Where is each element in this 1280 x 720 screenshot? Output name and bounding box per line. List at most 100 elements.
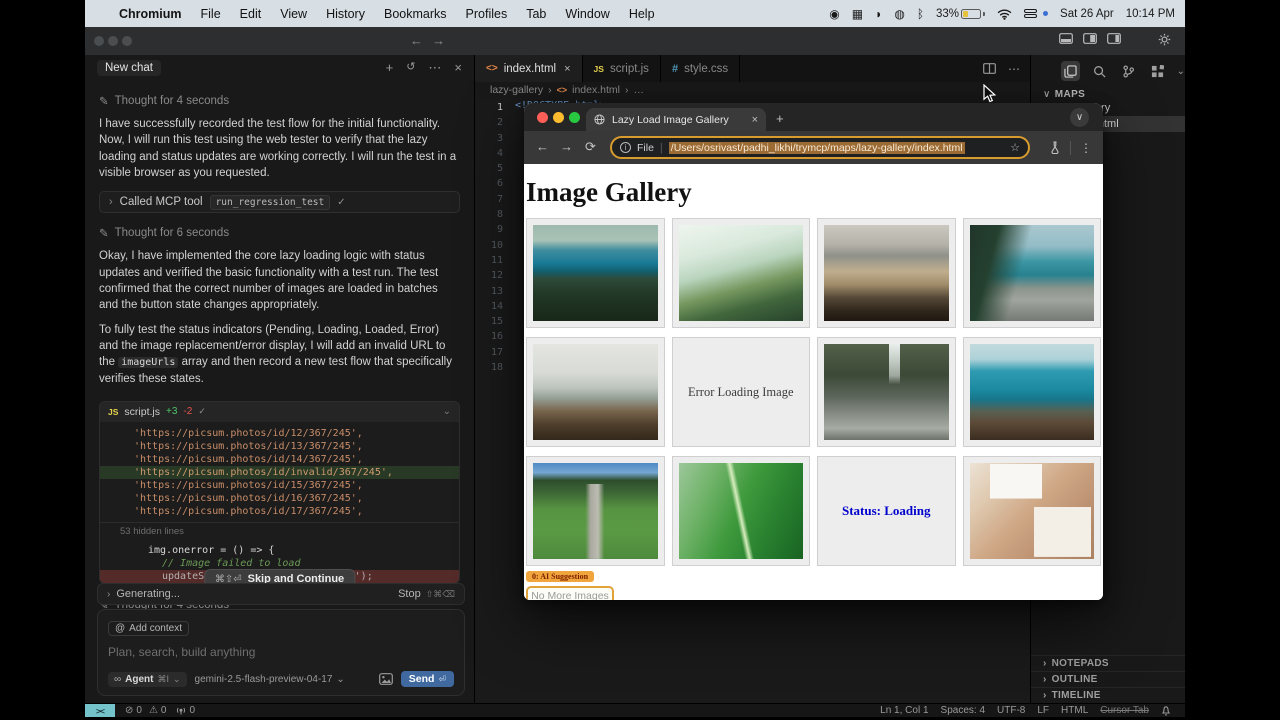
screen-mirroring-icon[interactable]: ◍ bbox=[894, 7, 904, 21]
menu-item-view[interactable]: View bbox=[280, 7, 307, 21]
history-forward-button[interactable]: → bbox=[432, 33, 445, 48]
tab-script-js[interactable]: JS script.js bbox=[583, 55, 661, 82]
menu-bar-date[interactable]: Sat 26 Apr bbox=[1060, 8, 1114, 20]
breadcrumb[interactable]: lazy-gallery › <> index.html › … bbox=[475, 82, 1030, 98]
app-status-icon[interactable]: ◗ bbox=[875, 7, 882, 21]
menu-item-bookmarks[interactable]: Bookmarks bbox=[384, 7, 447, 21]
new-tab-button[interactable]: + bbox=[776, 111, 784, 126]
line-number: 17 bbox=[475, 345, 503, 360]
reload-button[interactable]: ⟳ bbox=[585, 139, 596, 155]
send-button[interactable]: Send ⏎ bbox=[401, 671, 454, 687]
customize-layout-gear-icon[interactable] bbox=[1158, 33, 1171, 46]
add-context-chip[interactable]: @ Add context bbox=[108, 621, 189, 636]
chat-composer[interactable]: @ Add context Plan, search, build anythi… bbox=[97, 609, 465, 696]
menu-item-history[interactable]: History bbox=[326, 7, 365, 21]
window-zoom-button[interactable] bbox=[122, 36, 132, 46]
cursor-tab-toggle[interactable]: Cursor Tab bbox=[1100, 705, 1149, 716]
browser-tab-strip[interactable]: Lazy Load Image Gallery × + ∨ bbox=[524, 103, 1103, 131]
no-more-images-button[interactable]: No More Images bbox=[526, 586, 614, 600]
code-block-header[interactable]: JS script.js +3 -2 ✓ ⌄ bbox=[100, 402, 459, 422]
more-actions-icon[interactable]: ⋯ bbox=[1008, 62, 1020, 76]
mcp-tool-call[interactable]: › Called MCP tool run_regression_test ✓ bbox=[99, 191, 460, 213]
history-back-button[interactable]: ← bbox=[410, 33, 423, 48]
menu-bar-time[interactable]: 10:14 PM bbox=[1126, 8, 1175, 20]
battery-indicator[interactable]: 33% bbox=[936, 8, 985, 20]
thought-label: Thought for 6 seconds bbox=[115, 227, 229, 239]
forward-button[interactable]: → bbox=[560, 139, 573, 154]
back-button[interactable]: ← bbox=[536, 139, 549, 154]
extensions-icon[interactable] bbox=[1148, 61, 1167, 81]
generating-row[interactable]: › Generating... Stop ⇧⌘⌫ bbox=[97, 583, 465, 605]
add-context-label: Add context bbox=[129, 623, 182, 634]
chat-more-icon[interactable]: ⋯ bbox=[428, 60, 441, 76]
window-grid-icon[interactable]: ▦ bbox=[852, 7, 863, 21]
address-bar[interactable]: i File | /Users/osrivast/padhi_likhi/try… bbox=[610, 136, 1030, 159]
remote-indicator-button[interactable]: >< bbox=[85, 704, 115, 717]
tab-close-icon[interactable]: × bbox=[752, 114, 758, 126]
eol-sequence[interactable]: LF bbox=[1037, 705, 1049, 716]
browser-menu-icon[interactable]: ⋮ bbox=[1080, 141, 1093, 155]
menu-item-help[interactable]: Help bbox=[629, 7, 655, 21]
tab-index-html[interactable]: <> index.html × bbox=[475, 55, 583, 82]
expand-icon[interactable]: ⌄ bbox=[443, 406, 451, 417]
browser-close-button[interactable] bbox=[537, 112, 548, 123]
chat-history-icon[interactable]: ↺ bbox=[406, 60, 415, 76]
browser-zoom-button[interactable] bbox=[569, 112, 580, 123]
chat-tab-title[interactable]: New chat bbox=[97, 60, 161, 76]
stop-button[interactable]: Stop bbox=[398, 588, 421, 600]
bookmark-star-icon[interactable]: ☆ bbox=[1010, 141, 1020, 154]
split-editor-icon[interactable] bbox=[983, 63, 996, 74]
section-timeline[interactable]: › TIMELINE bbox=[1031, 687, 1185, 703]
thought-row[interactable]: ✎ Thought for 4 seconds bbox=[99, 94, 460, 108]
line-number: 16 bbox=[475, 329, 503, 344]
browser-tab[interactable]: Lazy Load Image Gallery × bbox=[586, 108, 766, 131]
problems-indicator[interactable]: ⊘ 0 ⚠ 0 bbox=[125, 705, 166, 716]
language-mode[interactable]: HTML bbox=[1061, 705, 1088, 716]
url-path-selected[interactable]: /Users/osrivast/padhi_likhi/trymcp/maps/… bbox=[669, 142, 965, 154]
breadcrumb-file: index.html bbox=[572, 84, 620, 96]
chevron-down-icon[interactable]: ⌄ bbox=[1177, 66, 1185, 77]
menu-item-app[interactable]: Chromium bbox=[119, 7, 182, 21]
info-icon[interactable]: i bbox=[620, 142, 631, 153]
sidebar-section-title[interactable]: ∨ MAPS bbox=[1031, 89, 1185, 100]
toggle-secondary-sidebar-icon[interactable] bbox=[1107, 33, 1121, 44]
window-minimize-button[interactable] bbox=[108, 36, 118, 46]
hidden-lines-label[interactable]: 53 hidden lines bbox=[100, 522, 459, 540]
browser-minimize-button[interactable] bbox=[553, 112, 564, 123]
control-center-icon[interactable] bbox=[1024, 9, 1037, 19]
toggle-sidebar-icon[interactable] bbox=[1083, 33, 1097, 44]
agent-mode-selector[interactable]: ∞ Agent ⌘I ⌄ bbox=[108, 672, 187, 687]
chat-close-icon[interactable]: × bbox=[454, 60, 462, 76]
attach-image-icon[interactable] bbox=[379, 673, 393, 685]
thought-row[interactable]: ✎ Thought for 6 seconds bbox=[99, 226, 460, 240]
screen-record-icon[interactable]: ◉ bbox=[829, 7, 839, 21]
menu-item-file[interactable]: File bbox=[201, 7, 221, 21]
new-chat-icon[interactable]: + bbox=[386, 60, 394, 76]
model-selector[interactable]: gemini-2.5-flash-preview-04-17 ⌄ bbox=[195, 674, 345, 685]
tab-search-chevron[interactable]: ∨ bbox=[1070, 108, 1089, 127]
beaker-icon[interactable] bbox=[1049, 141, 1061, 154]
indentation[interactable]: Spaces: 4 bbox=[941, 705, 985, 716]
source-control-icon[interactable] bbox=[1119, 61, 1138, 81]
encoding[interactable]: UTF-8 bbox=[997, 705, 1025, 716]
menu-item-edit[interactable]: Edit bbox=[240, 7, 262, 21]
search-icon[interactable] bbox=[1090, 61, 1109, 81]
toggle-panel-icon[interactable] bbox=[1059, 33, 1073, 44]
wifi-icon[interactable] bbox=[997, 8, 1012, 20]
battery-percent: 33% bbox=[936, 8, 959, 20]
section-notepads[interactable]: › NOTEPADS bbox=[1031, 655, 1185, 671]
ports-indicator[interactable]: 0 bbox=[176, 705, 195, 716]
window-close-button[interactable] bbox=[94, 36, 104, 46]
bluetooth-icon[interactable]: ᛒ bbox=[917, 7, 924, 21]
composer-placeholder[interactable]: Plan, search, build anything bbox=[108, 645, 454, 659]
tab-style-css[interactable]: # style.css bbox=[661, 55, 740, 82]
cursor-position[interactable]: Ln 1, Col 1 bbox=[880, 705, 928, 716]
section-outline[interactable]: › OUTLINE bbox=[1031, 671, 1185, 687]
menu-item-tab[interactable]: Tab bbox=[526, 7, 546, 21]
tab-close-icon[interactable]: × bbox=[564, 63, 570, 75]
explorer-icon[interactable] bbox=[1061, 61, 1080, 81]
gallery-card bbox=[526, 218, 665, 328]
notifications-bell-icon[interactable] bbox=[1161, 705, 1171, 716]
menu-item-window[interactable]: Window bbox=[565, 7, 609, 21]
menu-item-profiles[interactable]: Profiles bbox=[466, 7, 508, 21]
